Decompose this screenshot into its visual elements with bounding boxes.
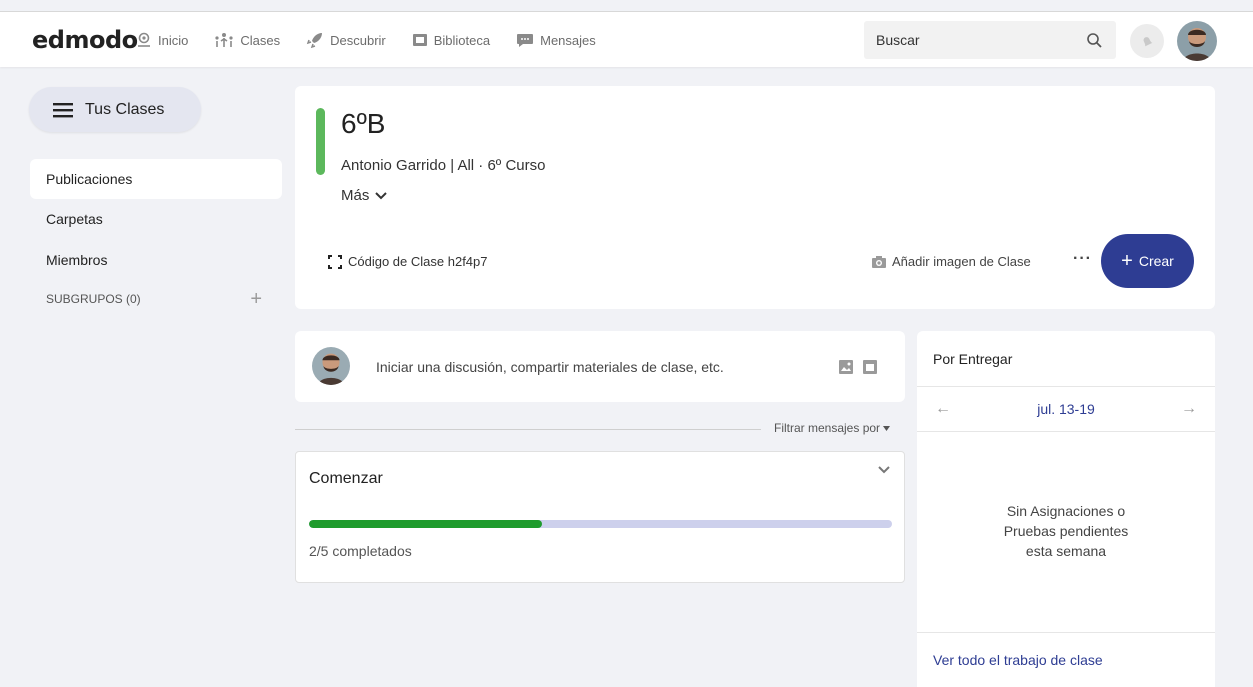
messages-icon bbox=[517, 34, 534, 47]
home-icon bbox=[138, 32, 150, 47]
no-assignments-message: Sin Asignaciones o Pruebas pendientes es… bbox=[1003, 503, 1129, 559]
chevron-down-icon bbox=[375, 191, 388, 199]
add-class-image-button[interactable]: Añadir imagen de Clase bbox=[871, 254, 1031, 269]
sidebar-item-publicaciones[interactable]: Publicaciones bbox=[30, 159, 282, 199]
bell-icon bbox=[1143, 37, 1153, 47]
nav-biblioteca[interactable]: Biblioteca bbox=[412, 32, 490, 48]
week-navigator: ← jul. 13-19 → bbox=[917, 387, 1215, 431]
arrow-left-icon[interactable]: ← bbox=[935, 400, 951, 418]
nav-biblioteca-label: Biblioteca bbox=[433, 32, 491, 48]
due-panel: Por Entregar ← jul. 13-19 → Sin Asignaci… bbox=[917, 331, 1215, 687]
nav-mensajes[interactable]: Mensajes bbox=[516, 32, 596, 48]
edmodo-logo[interactable]: edmodo bbox=[32, 26, 138, 54]
nav-descubrir[interactable]: Descubrir bbox=[306, 31, 386, 49]
class-header-card: 6ºB Antonio Garrido | All · 6º Curso Más… bbox=[295, 86, 1215, 309]
camera-icon bbox=[872, 255, 886, 268]
class-title: 6ºB bbox=[341, 108, 386, 139]
classes-icon bbox=[215, 33, 233, 47]
search-icon[interactable] bbox=[1086, 32, 1102, 48]
search-input[interactable] bbox=[864, 32, 1086, 48]
progress-text: 2/5 completados bbox=[309, 543, 412, 559]
more-options-icon[interactable]: ··· bbox=[1073, 250, 1092, 268]
due-header: Por Entregar bbox=[933, 351, 1013, 367]
week-range: jul. 13-19 bbox=[1037, 401, 1095, 417]
sidebar-item-label: Miembros bbox=[46, 252, 108, 268]
nav-descubrir-label: Descubrir bbox=[330, 32, 386, 48]
class-more-toggle[interactable]: Más bbox=[341, 187, 388, 204]
nav-clases-label: Clases bbox=[240, 32, 281, 48]
class-color-bar bbox=[316, 108, 325, 175]
filter-posts-dropdown[interactable]: Filtrar mensajes por bbox=[774, 421, 891, 435]
search-bar bbox=[864, 21, 1116, 59]
new-post-box[interactable]: Iniciar una discusión, compartir materia… bbox=[295, 331, 905, 402]
progress-bar-fill bbox=[309, 520, 543, 528]
add-subgroup-icon[interactable]: + bbox=[250, 289, 262, 309]
subgroups-section: SUBGRUPOS (0) + bbox=[46, 289, 262, 309]
class-more-label: Más bbox=[341, 187, 370, 204]
library-icon bbox=[412, 34, 427, 46]
nav-clases[interactable]: Clases bbox=[214, 32, 280, 48]
plus-icon: + bbox=[1121, 250, 1133, 272]
sidebar-item-carpetas[interactable]: Carpetas bbox=[30, 199, 282, 239]
getting-started-card: Comenzar 2/5 completados bbox=[295, 451, 905, 583]
progress-bar bbox=[309, 520, 892, 528]
post-attachments bbox=[839, 360, 887, 379]
class-code-label: Código de Clase h2f4p7 bbox=[348, 254, 488, 269]
divider bbox=[917, 431, 1215, 432]
top-navigation-bar: edmodo Inicio Clases Descubrir Bibliotec… bbox=[0, 11, 1253, 67]
filter-divider bbox=[295, 429, 761, 430]
view-all-classwork-link[interactable]: Ver todo el trabajo de clase bbox=[933, 652, 1103, 668]
caret-down-icon bbox=[883, 425, 891, 431]
notifications-button[interactable] bbox=[1130, 24, 1164, 58]
image-icon[interactable] bbox=[839, 360, 853, 379]
post-input-prompt[interactable]: Iniciar una discusión, compartir materia… bbox=[376, 359, 724, 375]
filter-label: Filtrar mensajes por bbox=[774, 421, 881, 435]
add-class-image-label: Añadir imagen de Clase bbox=[892, 254, 1031, 269]
library-icon[interactable] bbox=[863, 360, 877, 379]
your-classes-label: Tus Clases bbox=[85, 100, 165, 118]
rocket-icon bbox=[306, 33, 323, 49]
main-nav: Inicio Clases Descubrir Biblioteca Mensa… bbox=[136, 12, 622, 68]
chevron-down-icon[interactable] bbox=[878, 466, 890, 474]
class-subtitle: Antonio Garrido | All · 6º Curso bbox=[341, 157, 546, 174]
nav-inicio-label: Inicio bbox=[158, 32, 189, 48]
menu-icon bbox=[53, 102, 73, 117]
subgroups-label: SUBGRUPOS (0) bbox=[46, 292, 141, 306]
arrow-right-icon[interactable]: → bbox=[1181, 400, 1197, 418]
user-avatar[interactable] bbox=[1177, 21, 1217, 61]
sidebar-item-miembros[interactable]: Miembros bbox=[30, 240, 282, 280]
your-classes-button[interactable]: Tus Clases bbox=[29, 87, 201, 132]
create-label: Crear bbox=[1138, 253, 1174, 269]
sidebar-item-label: Publicaciones bbox=[46, 171, 133, 187]
nav-inicio[interactable]: Inicio bbox=[136, 32, 188, 48]
avatar bbox=[312, 347, 350, 385]
code-icon bbox=[328, 254, 342, 269]
class-code[interactable]: Código de Clase h2f4p7 bbox=[328, 254, 488, 269]
create-button[interactable]: + Crear bbox=[1101, 234, 1194, 288]
sidebar-item-label: Carpetas bbox=[46, 211, 103, 227]
getting-started-title: Comenzar bbox=[309, 470, 383, 487]
divider bbox=[917, 632, 1215, 633]
nav-mensajes-label: Mensajes bbox=[540, 32, 596, 48]
